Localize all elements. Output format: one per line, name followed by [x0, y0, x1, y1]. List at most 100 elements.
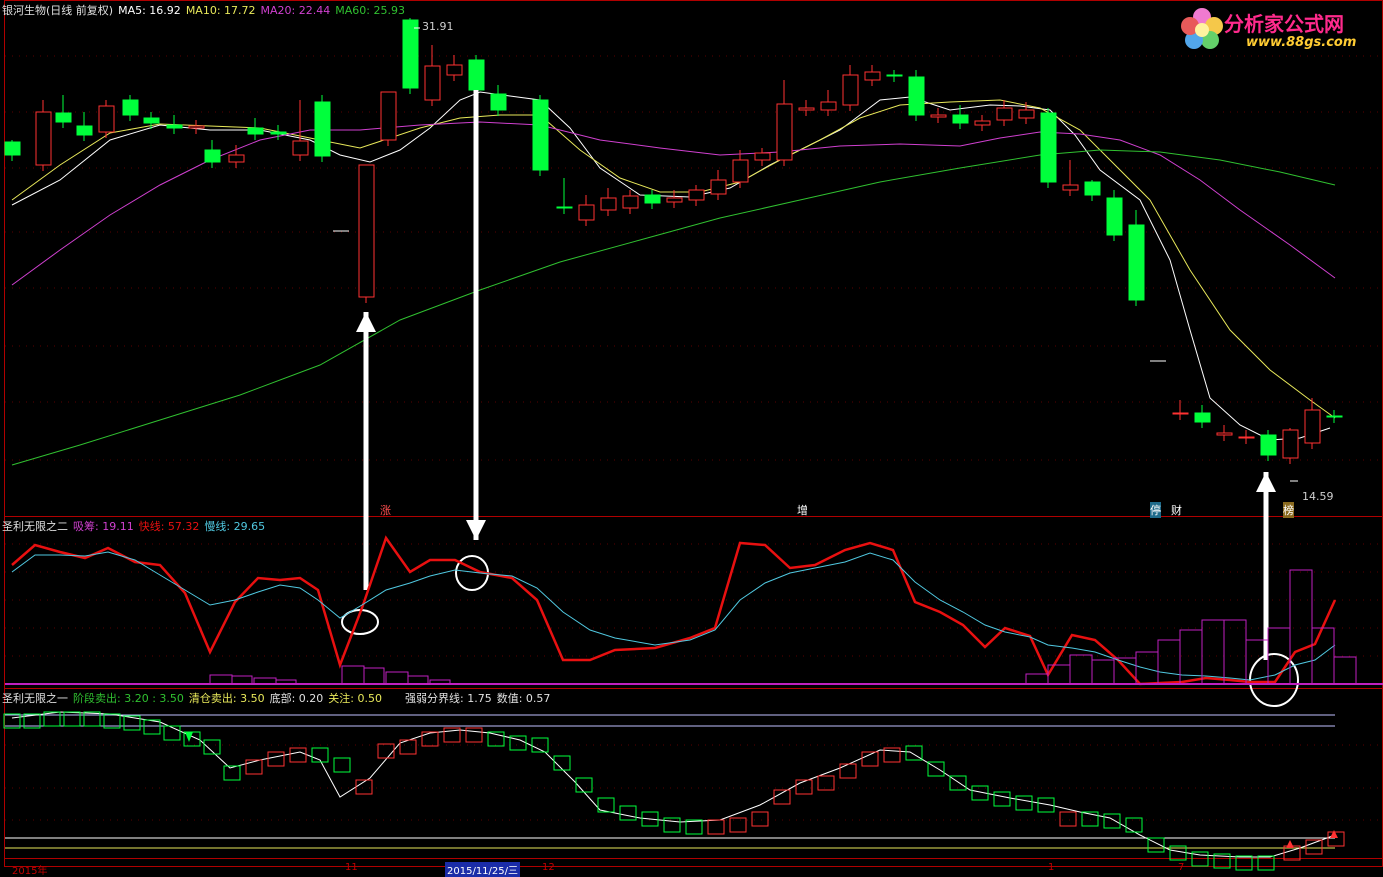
time-axis[interactable]: 2015年 11 2015/11/25/三 12 1 7 — [0, 862, 1383, 877]
stage-box — [421, 731, 439, 747]
sell-arrow-icon — [185, 732, 193, 742]
stage-box — [1305, 839, 1323, 855]
panel1-title[interactable]: 圣利无限之二 — [2, 520, 68, 533]
candle-down — [143, 117, 160, 124]
qiangruo-label: 强弱分界线: 1.75 — [405, 692, 492, 705]
marker-zhang[interactable]: 涨 — [380, 502, 391, 518]
candle-down — [55, 112, 72, 123]
xichou-bar — [385, 671, 409, 685]
buy-arrow-icon — [1286, 840, 1294, 848]
guanzhu-label: 关注: 0.50 — [328, 692, 382, 705]
candle-up — [35, 111, 52, 166]
chart-canvas[interactable] — [0, 0, 1383, 874]
candle-up — [358, 164, 375, 298]
flower-logo-icon — [1181, 8, 1223, 49]
axis-jul: 7 — [1178, 862, 1185, 873]
candle-up — [188, 125, 205, 129]
xichou-bar — [1069, 654, 1093, 685]
candle-down — [402, 19, 419, 89]
stage-box — [223, 765, 241, 781]
candle-up — [1216, 432, 1233, 436]
candle-down — [1106, 197, 1123, 236]
candle-up — [292, 140, 309, 156]
ma10-label: MA10: 17.72 — [185, 4, 256, 17]
signal-circle — [1249, 653, 1299, 707]
stage-box — [1103, 813, 1121, 829]
logo-title: 分析家公式网 — [1224, 12, 1344, 36]
candle-down — [166, 124, 183, 129]
xichou-bar — [1135, 651, 1159, 685]
candle-up — [1062, 184, 1079, 191]
slow-line-label: 慢线: 29.65 — [204, 520, 266, 533]
candle-down — [204, 149, 221, 163]
stage-box — [993, 791, 1011, 807]
candle-up — [600, 197, 617, 211]
stage-box — [377, 743, 395, 759]
stock-title[interactable]: 银河生物(日线 前复权) — [2, 4, 113, 17]
candle-up — [446, 64, 463, 76]
xichou-bar — [1157, 639, 1181, 685]
logo-url: www.88gs.com — [1246, 35, 1357, 50]
stage-box — [707, 819, 725, 835]
candle-down — [1326, 415, 1343, 418]
candle-down — [76, 125, 93, 136]
candle-up — [1238, 436, 1255, 439]
candle-up — [666, 197, 683, 203]
candle-up — [710, 179, 727, 195]
stage-box — [619, 805, 637, 821]
candle-up — [798, 107, 815, 111]
ma60-label: MA60: 25.93 — [335, 4, 405, 17]
candle-up — [578, 204, 595, 221]
xichou-bar — [1091, 659, 1115, 685]
xichou-bar — [231, 675, 253, 685]
stage-box — [83, 711, 101, 727]
fast-line — [11, 535, 1337, 686]
candle-up — [228, 154, 245, 163]
fast-line-label: 快线: 57.32 — [138, 520, 200, 533]
stage-box — [575, 777, 593, 793]
axis-selected-date[interactable]: 2015/11/25/三 — [445, 862, 521, 877]
marker-cai[interactable]: 财 — [1171, 502, 1182, 518]
main-panel-header: 银河生物(日线 前复权) MA5: 16.92 MA10: 17.72 MA20: 2… — [2, 2, 410, 18]
candle-down — [1128, 224, 1145, 301]
candle-down — [908, 76, 925, 116]
candle-up — [1018, 109, 1035, 119]
site-logo[interactable]: 分析家公式网 www.88gs.com — [1172, 4, 1377, 52]
candle-up — [1282, 429, 1299, 459]
candle-up — [380, 91, 397, 141]
high-price-label: 31.91 — [422, 20, 454, 33]
candle-down — [314, 101, 331, 157]
candle-up — [688, 189, 705, 201]
candle-down — [1194, 412, 1211, 423]
xichou-bar — [407, 675, 429, 685]
strength-line — [11, 711, 1336, 858]
axis-jan: 1 — [1048, 862, 1055, 873]
stage-box — [839, 763, 857, 779]
stage-box — [289, 747, 307, 763]
xichou-bar — [341, 665, 365, 685]
stage-box — [333, 757, 351, 773]
candle-down — [532, 99, 549, 171]
xichou-bar — [1333, 656, 1357, 685]
xichou-bar — [1289, 569, 1313, 685]
marker-zeng[interactable]: 增 — [797, 502, 808, 518]
stage-box — [685, 819, 703, 835]
candle-down — [122, 99, 139, 116]
candle-up — [622, 195, 639, 209]
stage-box — [465, 727, 483, 743]
panel2-title[interactable]: 圣利无限之一 — [2, 692, 68, 705]
xichou-bar — [363, 667, 385, 685]
candle-up — [864, 71, 881, 81]
axis-year: 2015年 — [12, 866, 48, 877]
stage-box — [1015, 795, 1033, 811]
candle-down — [556, 206, 573, 209]
shuzhi-label: 数值: 0.57 — [496, 692, 551, 705]
stage-box — [751, 811, 769, 827]
dibu-label: 底部: 0.20 — [269, 692, 324, 705]
candle-down — [4, 141, 21, 156]
candle-up — [974, 120, 991, 126]
marker-ting[interactable]: 停 — [1150, 502, 1161, 518]
marker-bang[interactable]: 榜 — [1283, 502, 1294, 518]
candle-up — [776, 103, 793, 161]
jieduan-label: 阶段卖出: 3.20 : 3.50 — [73, 692, 184, 705]
